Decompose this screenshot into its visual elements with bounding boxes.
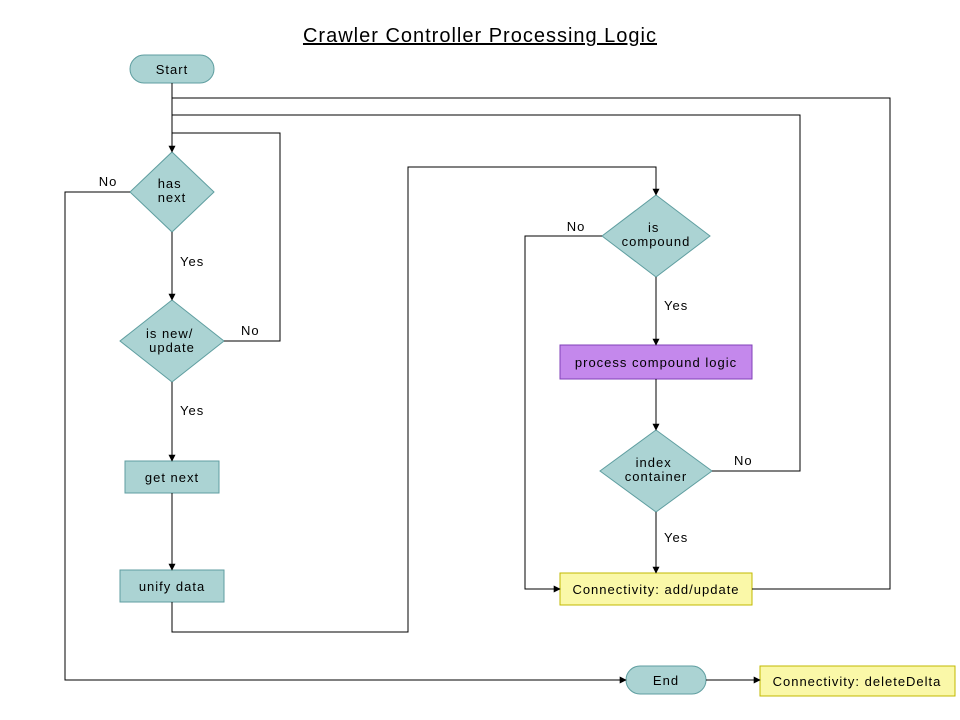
connectivity-add-process: Connectivity: add/update (560, 573, 752, 605)
label-iscompound-no: No (567, 219, 586, 234)
get-next-process: get next (125, 461, 219, 493)
get-next-label: get next (145, 470, 199, 485)
is-new-label-2: update (149, 340, 195, 355)
label-hasnext-no: No (99, 174, 118, 189)
has-next-label-1: has (158, 176, 182, 191)
edge-isnew-no (172, 133, 280, 341)
label-isnew-no: No (241, 323, 260, 338)
is-compound-label-1: is (648, 220, 659, 235)
label-index-no: No (734, 453, 753, 468)
label-index-yes: Yes (664, 530, 688, 545)
svg-text:has next: has next (158, 176, 187, 205)
connectivity-add-label: Connectivity: add/update (572, 582, 739, 597)
edge-index-no (172, 115, 800, 471)
has-next-label-2: next (158, 190, 187, 205)
diagram-title: Crawler Controller Processing Logic (303, 25, 657, 47)
connectivity-delete-label: Connectivity: deleteDelta (773, 674, 942, 689)
index-container-decision: index container (600, 430, 712, 512)
connectivity-delete-process: Connectivity: deleteDelta (760, 666, 955, 696)
end-label: End (653, 673, 679, 688)
unify-data-label: unify data (139, 579, 205, 594)
label-isnew-yes: Yes (180, 403, 204, 418)
end-node: End (626, 666, 706, 694)
process-compound-process: process compound logic (560, 345, 752, 379)
unify-data-process: unify data (120, 570, 224, 602)
has-next-decision: has next (130, 152, 214, 232)
is-compound-decision: is compound (602, 195, 710, 277)
process-compound-label: process compound logic (575, 355, 737, 370)
start-node: Start (130, 55, 214, 83)
is-new-decision: is new/ update (120, 300, 224, 382)
is-compound-label-2: compound (622, 234, 691, 249)
is-new-label-1: is new/ (146, 326, 193, 341)
edge-iscompound-no (525, 236, 602, 589)
edge-hasnext-no (65, 192, 626, 680)
label-iscompound-yes: Yes (664, 298, 688, 313)
index-container-label-1: index (636, 455, 672, 470)
edge-unify-iscompound (172, 167, 656, 632)
index-container-label-2: container (625, 469, 687, 484)
label-hasnext-yes: Yes (180, 254, 204, 269)
start-label: Start (156, 62, 188, 77)
flowchart: Crawler Controller Processing Logic Star… (0, 0, 960, 720)
svg-text:is new/ update: is new/ update (146, 326, 198, 355)
